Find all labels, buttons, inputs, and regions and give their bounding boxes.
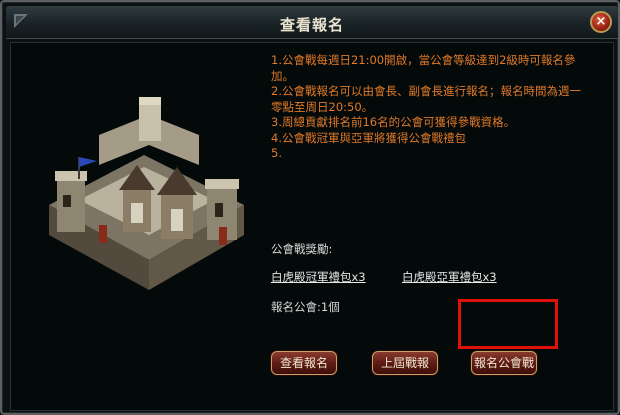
view-registration-button[interactable]: 查看報名 — [271, 351, 337, 375]
rule-line: 4.公會戰冠軍與亞軍將獲得公會戰禮包 — [271, 130, 466, 145]
rule-line: 5. — [271, 146, 282, 160]
runner-up-reward-link[interactable]: 白虎殿亞軍禮包x3 — [402, 269, 497, 285]
close-button[interactable]: × — [590, 11, 612, 33]
dialog-content: 1.公會戰每週日21:00開啟，當公會等級達到2級時可報名參加。 2.公會戰報名… — [10, 42, 614, 411]
last-war-report-button[interactable]: 上屆戰報 — [372, 351, 438, 375]
registered-guild-count: 報名公會:1個 — [271, 300, 340, 314]
guild-war-dialog: 查看報名 × 1.公會戰每週日21:00開啟，當公會等級達到2級時可報名參加。 … — [0, 0, 620, 415]
dialog-title: 查看報名 — [279, 16, 344, 34]
title-bar: 查看報名 × — [6, 6, 618, 39]
rule-line: 2.公會戰報名可以由會長、副會長進行報名；報名時間為週一零點至周日20:50。 — [271, 84, 581, 114]
castle-image — [49, 97, 244, 290]
rules-text: 1.公會戰每週日21:00開啟，當公會等級達到2級時可報名參加。 2.公會戰報名… — [271, 53, 591, 162]
close-icon: × — [595, 14, 607, 29]
reward-label: 公會戰獎勵: — [271, 242, 333, 256]
rule-line: 3.周總貢獻排名前16名的公會可獲得參戰資格。 — [271, 115, 516, 129]
champion-reward-link[interactable]: 白虎殿冠軍禮包x3 — [271, 269, 366, 285]
register-guild-war-button[interactable]: 報名公會戰 — [471, 351, 537, 375]
rule-line: 1.公會戰每週日21:00開啟，當公會等級達到2級時可報名參加。 — [271, 53, 576, 83]
register-button-highlight — [458, 299, 558, 349]
